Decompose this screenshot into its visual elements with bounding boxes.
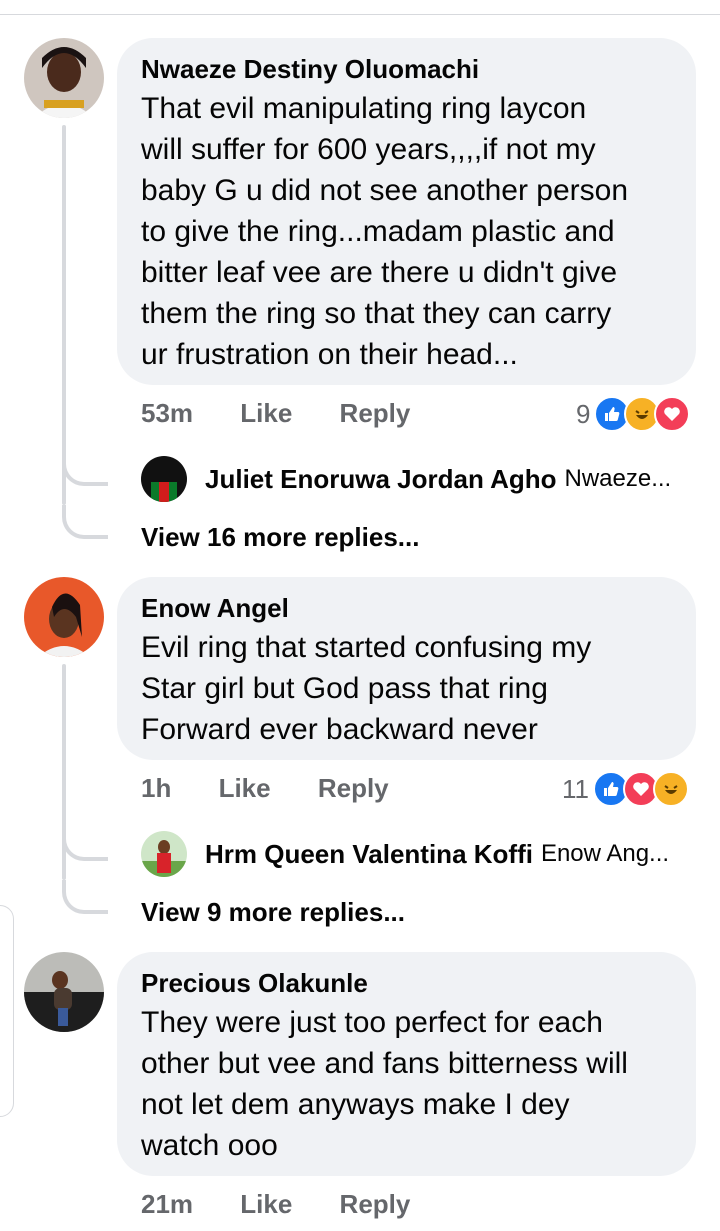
thread-connector [62, 505, 108, 539]
comment-actions: 53m Like Reply [141, 398, 410, 429]
comment-actions: 21m Like Reply [141, 1189, 410, 1220]
reply-button[interactable]: Reply [340, 1189, 411, 1220]
reaction-summary[interactable]: 9 [576, 396, 691, 432]
comment-line: baby G u did not see another person [141, 174, 629, 207]
comment-text: They were just too perfect for each othe… [141, 1002, 668, 1166]
timestamp[interactable]: 1h [141, 773, 171, 804]
reply-snippet: Enow Ang... [540, 840, 670, 867]
timestamp[interactable]: 53m [141, 398, 193, 429]
comment-bubble: Nwaeze Destiny Oluomachi That evil manip… [117, 38, 696, 385]
reply-button[interactable]: Reply [340, 398, 411, 429]
like-button[interactable]: Like [240, 398, 292, 429]
comment-line: That evil manipulating ring laycon [141, 92, 587, 125]
comment-line: They were just too perfect for each [141, 1006, 603, 1039]
thread-connector [62, 827, 108, 861]
top-divider [0, 14, 720, 15]
comment-line: watch ooo [141, 1129, 278, 1162]
avatar[interactable] [141, 456, 187, 502]
avatar[interactable] [141, 831, 187, 877]
comment-actions: 1h Like Reply [141, 773, 389, 804]
comment-author[interactable]: Enow Angel [141, 593, 668, 623]
comment-bubble: Enow Angel Evil ring that started confus… [117, 577, 696, 760]
avatar[interactable] [24, 577, 104, 657]
view-more-replies[interactable]: View 9 more replies... [141, 897, 405, 928]
thread-line [62, 125, 66, 505]
side-panel-edge [0, 905, 14, 1117]
comment-line: Star girl but God pass that ring [141, 672, 548, 705]
comment-line: ur frustration on their head... [141, 338, 518, 371]
reply-preview[interactable]: Hrm Queen Valentina Koffi Enow Ang... [141, 831, 669, 877]
thread-connector [62, 452, 108, 486]
reply-preview[interactable]: Juliet Enoruwa Jordan Agho Nwaeze... [141, 456, 671, 502]
thread-connector [62, 880, 108, 914]
comment-line: will suffer for 600 years,,,,if not my [141, 133, 596, 166]
comment-author[interactable]: Precious Olakunle [141, 968, 668, 998]
comment-line: bitter leaf vee are there u didn't give [141, 256, 618, 289]
like-button[interactable]: Like [240, 1189, 292, 1220]
comment-line: not let dem anyways make I dey [141, 1088, 570, 1121]
comment-text: Evil ring that started confusing my Star… [141, 627, 668, 750]
reaction-count: 9 [576, 398, 591, 429]
comment-line: Evil ring that started confusing my [141, 631, 592, 664]
reply-author[interactable]: Juliet Enoruwa Jordan Agho [205, 464, 557, 495]
comment-text: That evil manipulating ring laycon will … [141, 88, 668, 375]
comment-line: other but vee and fans bitterness will [141, 1047, 628, 1080]
comment-line: to give the ring...madam plastic and [141, 215, 615, 248]
avatar[interactable] [24, 38, 104, 118]
reply-author[interactable]: Hrm Queen Valentina Koffi [205, 839, 533, 870]
reaction-summary[interactable]: 11 [562, 771, 689, 807]
love-icon [654, 396, 691, 432]
view-more-replies[interactable]: View 16 more replies... [141, 522, 419, 553]
reply-snippet: Nwaeze... [564, 465, 672, 492]
avatar[interactable] [24, 952, 104, 1032]
comment-bubble: Precious Olakunle They were just too per… [117, 952, 696, 1176]
timestamp[interactable]: 21m [141, 1189, 193, 1220]
reaction-count: 11 [562, 773, 589, 804]
comment-line: Forward ever backward never [141, 713, 538, 746]
reply-button[interactable]: Reply [318, 773, 389, 804]
comment-author[interactable]: Nwaeze Destiny Oluomachi [141, 54, 668, 84]
comment-line: them the ring so that they can carry [141, 297, 612, 330]
haha-icon [653, 771, 689, 807]
like-button[interactable]: Like [219, 773, 271, 804]
